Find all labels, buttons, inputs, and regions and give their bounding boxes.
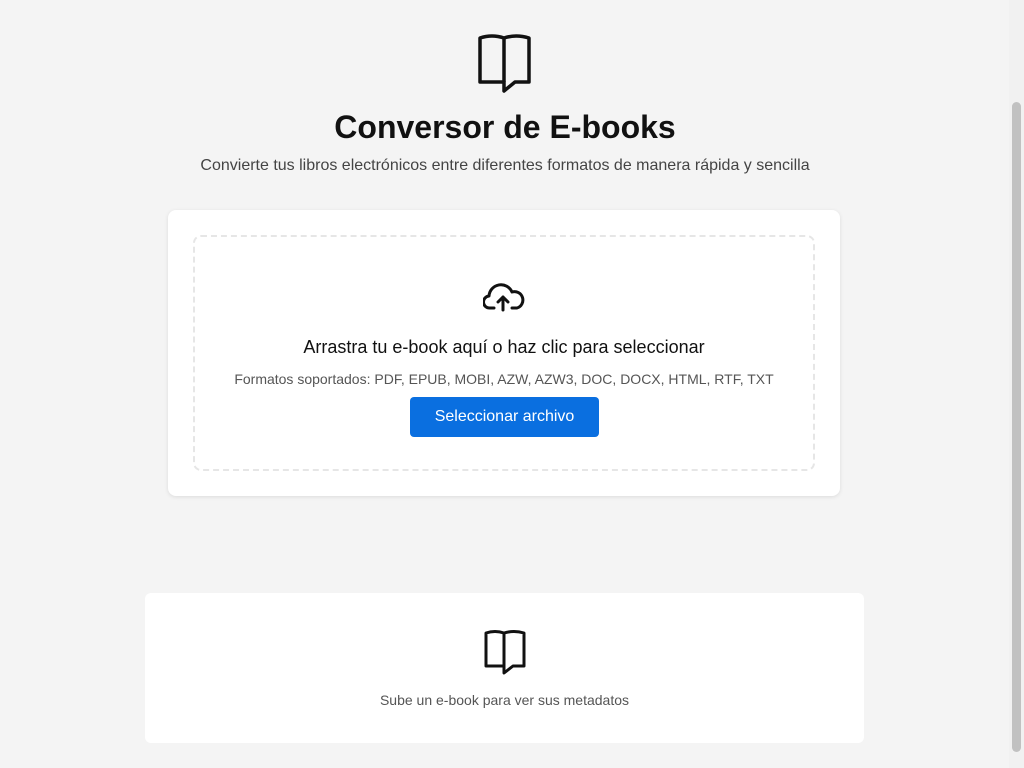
- dropzone-title: Arrastra tu e-book aquí o haz clic para …: [303, 337, 705, 357]
- open-book-icon: [478, 34, 531, 93]
- supported-formats: Formatos soportados: PDF, EPUB, MOBI, AZ…: [234, 371, 774, 387]
- cloud-upload-icon: [483, 283, 525, 312]
- page: Conversor de E-books Convierte tus libro…: [0, 0, 1024, 768]
- metadata-empty-text: Sube un e-book para ver sus metadatos: [379, 692, 630, 708]
- page-title: Conversor de E-books: [334, 109, 676, 145]
- metadata-card: Sube un e-book para ver sus metadatos: [145, 593, 864, 743]
- scrollbar-thumb[interactable]: [1012, 102, 1021, 752]
- page-subtitle: Convierte tus libros electrónicos entre …: [200, 157, 810, 174]
- open-book-icon: [484, 630, 526, 675]
- select-file-button[interactable]: Seleccionar archivo: [410, 397, 599, 437]
- dropzone[interactable]: Arrastra tu e-book aquí o haz clic para …: [193, 235, 815, 471]
- scrollbar[interactable]: [1009, 0, 1024, 768]
- upload-card: Arrastra tu e-book aquí o haz clic para …: [168, 210, 840, 496]
